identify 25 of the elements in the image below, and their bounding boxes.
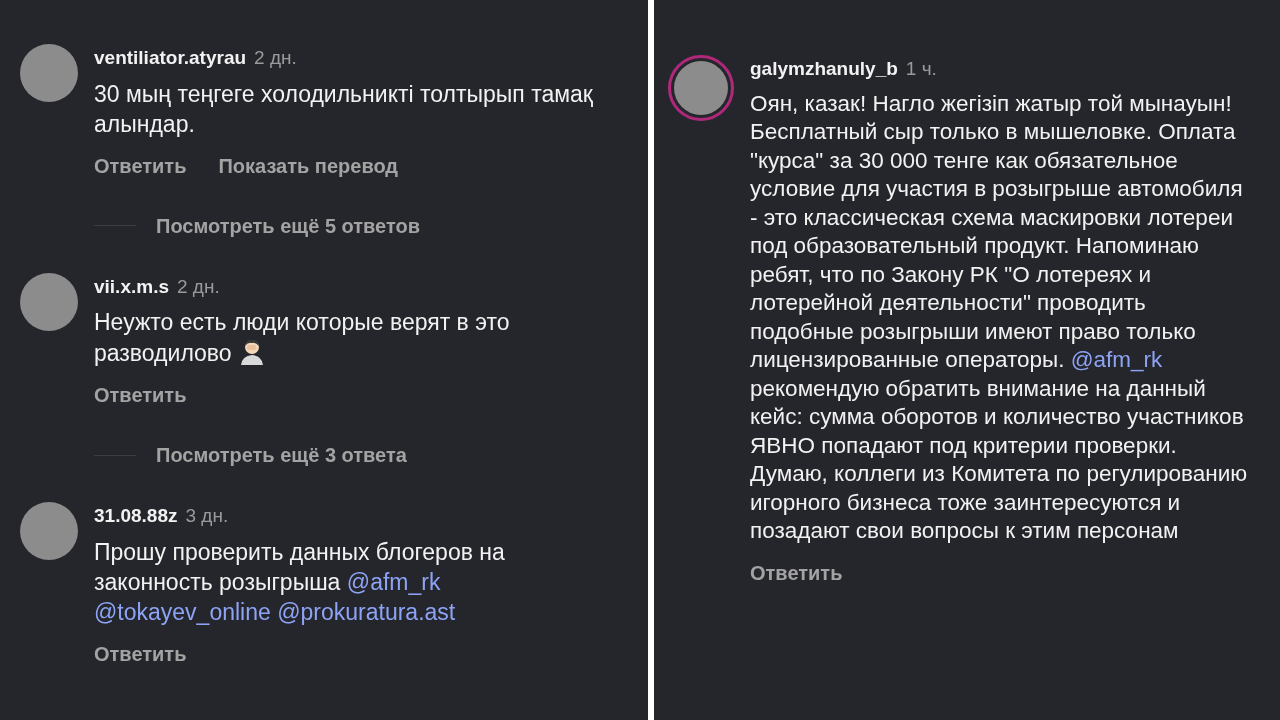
comment-text: 30 мың теңгеге холодильникті толтырып тамақ алындар.: [94, 79, 594, 139]
username[interactable]: vii.x.m.s: [94, 275, 169, 297]
comment-text: Оян, казак! Нагло жегізіп жатыр той мынауын! Бесплатный сыр только в мышеловке. Оплата "курса" за 30 000 тенге как обязательное условие для участия в розыгрыше автомобиля - это классическая схема маскировки лотереи под образовательный продукт. Напоминаю ребят, что по Закону РК "О лотереях и лотерейной деятельности" проводить подобные розыгрыши имеют право только лицензированные операторы. @afm_rk рекомендую обратить внимание на данный кейс: сумма оборотов и количество участников ЯВНО попадают под критерии проверки. Думаю, коллеги из Комитета по регулированию игорного бизнеса тоже заинтересуются и позадают свои вопросы к этим персонам: [750, 89, 1249, 545]
avatar[interactable]: [20, 502, 78, 560]
comment-time: 2 дн.: [254, 47, 297, 68]
comment-time: 2 дн.: [177, 275, 220, 297]
mention-link[interactable]: @prokuratura.ast: [277, 598, 456, 625]
comment-time: 3 дн.: [185, 505, 229, 526]
mention-link[interactable]: @afm_rk: [1070, 347, 1163, 372]
comment-time: 1 ч.: [905, 58, 937, 79]
reply-link[interactable]: Ответить: [94, 638, 187, 669]
view-replies-link[interactable]: Посмотреть ещё 3 ответа: [156, 440, 407, 470]
reply-link[interactable]: Ответить: [94, 380, 187, 410]
comment-text: Прошу проверить данных блогеров на законность розыгрыша @afm_rk @tokayev_online @prokuratura.ast: [94, 537, 506, 627]
person-emoji-icon: [238, 337, 266, 365]
view-replies-link[interactable]: Посмотреть ещё 5 ответов: [156, 210, 421, 241]
reply-link[interactable]: Ответить: [750, 557, 843, 588]
mention-link[interactable]: @afm_rk: [346, 568, 441, 595]
username[interactable]: 31.08.88z: [94, 505, 178, 526]
username[interactable]: ventiliator.atyrau: [94, 47, 247, 68]
reply-link[interactable]: Ответить: [94, 150, 187, 181]
show-translation-link[interactable]: Показать перевод: [218, 150, 399, 181]
mention-link[interactable]: @tokayev_online: [94, 598, 271, 625]
comment-text: Неужто есть люди которые верят в это разводилово: [94, 308, 511, 368]
username[interactable]: galymzhanuly_b: [750, 58, 898, 79]
